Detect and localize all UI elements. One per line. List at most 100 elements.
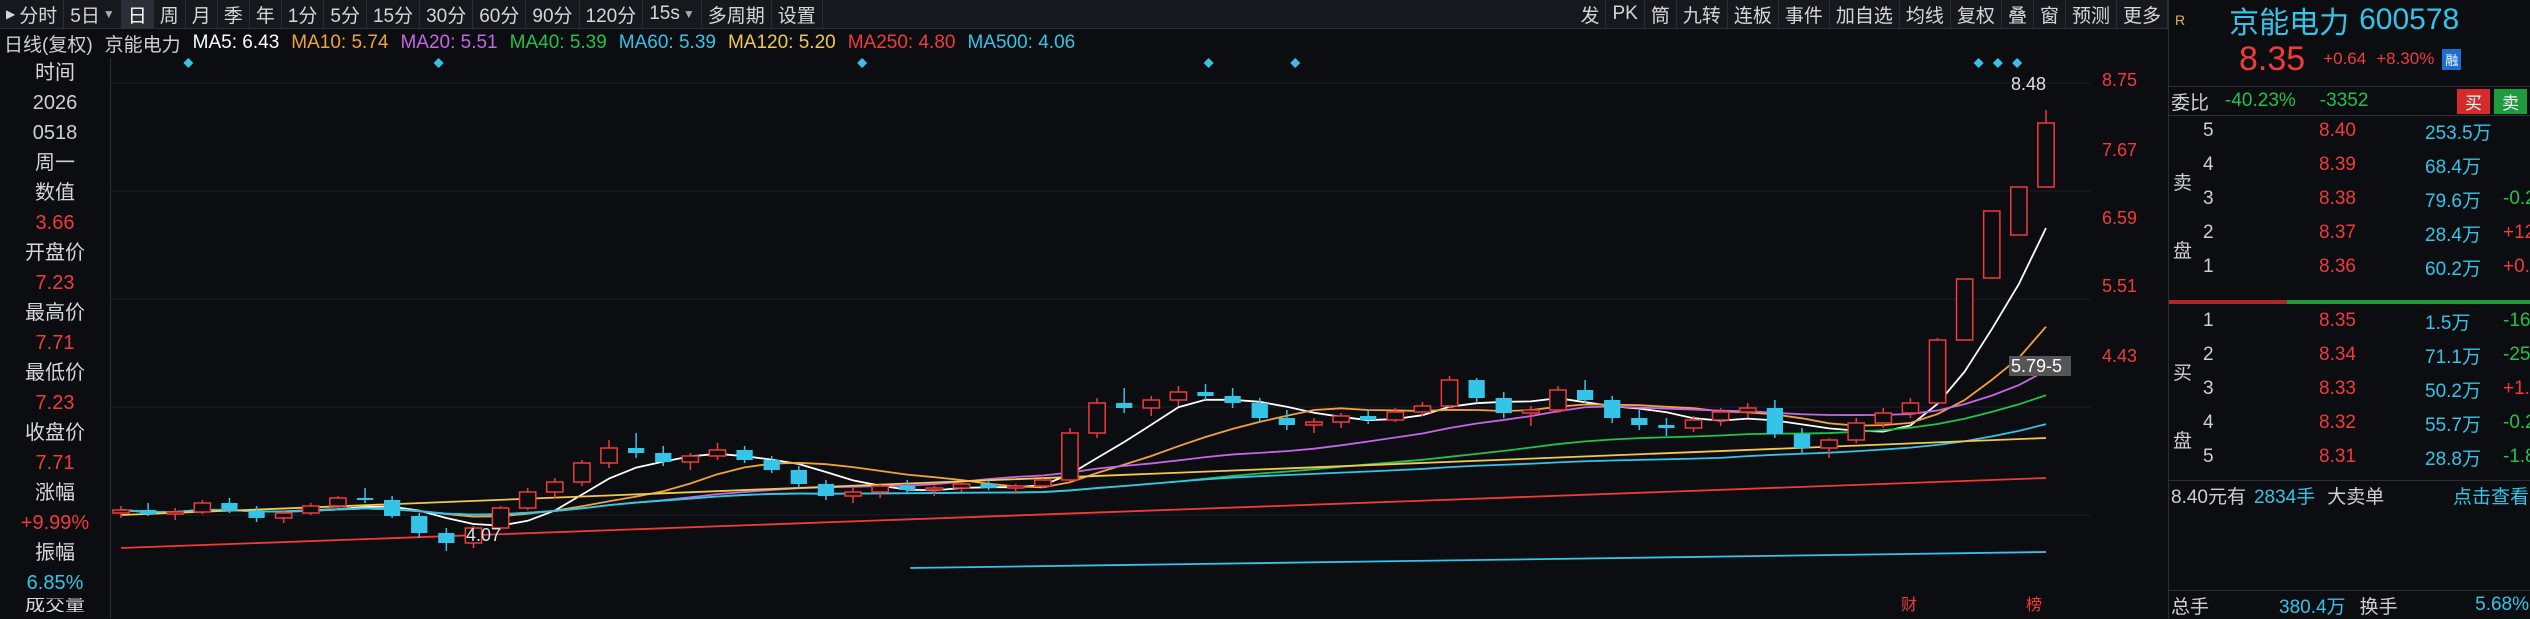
toolbar-action-7[interactable]: 均线 [1900, 0, 1951, 28]
candle-body[interactable] [1088, 402, 1106, 434]
candle-body[interactable] [1332, 415, 1350, 423]
candle-body[interactable] [1658, 425, 1675, 428]
candle-body[interactable] [193, 502, 212, 513]
candle-body[interactable] [383, 500, 401, 516]
candle-body[interactable] [817, 484, 835, 496]
view-more-link[interactable]: 点击查看 [2453, 482, 2529, 509]
candle-body[interactable] [1278, 418, 1295, 425]
toolbar-action-9[interactable]: 叠 [2002, 0, 2034, 28]
toolbar-action-3[interactable]: 九转 [1677, 0, 1728, 28]
period-tab-11[interactable]: 60分 [473, 0, 527, 28]
candle-body[interactable] [600, 447, 618, 464]
toolbar-action-0[interactable]: 发 [1574, 0, 1607, 28]
candle-body[interactable] [1982, 210, 2001, 279]
candle-body[interactable] [980, 484, 997, 488]
candle-body[interactable] [545, 481, 564, 493]
candle-body[interactable] [1684, 419, 1703, 429]
candle-body[interactable] [1711, 411, 1730, 421]
candle-body[interactable] [1468, 380, 1485, 398]
candle-body[interactable] [655, 453, 672, 462]
toolbar-action-6[interactable]: 加自选 [1830, 0, 1900, 28]
candle-body[interactable] [1793, 434, 1811, 448]
candle-body[interactable] [681, 455, 700, 463]
sell-button[interactable]: 卖 [2494, 88, 2527, 114]
candle-body[interactable] [356, 498, 374, 500]
candle-body[interactable] [1576, 390, 1594, 400]
candle-body[interactable] [221, 503, 238, 511]
candle-body[interactable] [2037, 122, 2055, 188]
candle-body[interactable] [1224, 396, 1241, 403]
candle-body[interactable] [708, 449, 727, 457]
toolbar-action-1[interactable]: PK [1606, 0, 1645, 28]
candle-body[interactable] [1033, 479, 1052, 487]
period-tab-6[interactable]: 年 [250, 0, 282, 28]
candle-body[interactable] [411, 516, 428, 533]
toolbar-action-8[interactable]: 复权 [1951, 0, 2002, 28]
bid-row[interactable]: 2 8.34 71.1万 -25.9 [2169, 338, 2530, 372]
candle-body[interactable] [248, 511, 265, 518]
candle-body[interactable] [1738, 407, 1757, 413]
candle-body[interactable] [1006, 485, 1025, 489]
candle-body[interactable] [1766, 408, 1784, 434]
bid-row[interactable]: 5 8.31 28.8万 -1.8 [2169, 440, 2530, 474]
candle-body[interactable] [844, 491, 862, 497]
candle-body[interactable] [925, 487, 944, 491]
candle-body[interactable] [2010, 186, 2028, 236]
candle-body[interactable] [1631, 418, 1648, 425]
candle-body[interactable] [1251, 403, 1268, 418]
buy-button[interactable]: 买 [2457, 88, 2490, 114]
candle-body[interactable] [1549, 389, 1567, 411]
candle-body[interactable] [1521, 409, 1540, 414]
period-tab-2[interactable]: 日 [121, 0, 154, 28]
candle-body[interactable] [1116, 403, 1133, 408]
candle-body[interactable] [1820, 439, 1838, 449]
candle-body[interactable] [1360, 416, 1377, 420]
candle-body[interactable] [139, 510, 157, 514]
period-tab-7[interactable]: 1分 [282, 0, 325, 28]
bid-row[interactable]: 1 8.35 1.5万 -16.7 [2169, 304, 2530, 338]
candle-body[interactable] [1197, 392, 1214, 396]
rank-badge[interactable]: 榜 [2026, 596, 2042, 614]
candle-body[interactable] [1142, 399, 1161, 409]
candle-body[interactable] [329, 497, 347, 507]
finance-badge[interactable]: 财 [1901, 596, 1917, 614]
ask-row[interactable]: 1 8.36 60.2万 +0.3 [2169, 250, 2530, 284]
toolbar-action-10[interactable]: 窗 [2034, 0, 2066, 28]
candle-body[interactable] [790, 470, 807, 484]
period-tab-10[interactable]: 30分 [420, 0, 474, 28]
period-tab-5[interactable]: 季 [218, 0, 250, 28]
period-tab-14[interactable]: 15s ▼ [643, 0, 702, 28]
toolbar-action-2[interactable]: 筒 [1645, 0, 1677, 28]
period-tab-12[interactable]: 90分 [526, 0, 580, 28]
candle-body[interactable] [1901, 402, 1920, 414]
period-tab-15[interactable]: 多周期 [702, 0, 772, 28]
candle-body[interactable] [628, 448, 645, 453]
period-tab-3[interactable]: 周 [154, 0, 186, 28]
candle-body[interactable] [301, 505, 320, 514]
period-tab-9[interactable]: 15分 [367, 0, 421, 28]
period-tab-16[interactable]: 设置 [772, 0, 823, 28]
period-tab-4[interactable]: 月 [186, 0, 218, 28]
toolbar-action-4[interactable]: 连板 [1728, 0, 1779, 28]
ask-row[interactable]: 5 8.40 253.5万 [2169, 114, 2530, 148]
candle-body[interactable] [899, 486, 916, 490]
ask-row[interactable]: 4 8.39 68.4万 [2169, 148, 2530, 182]
ask-row[interactable]: 2 8.37 28.4万 +12.6 [2169, 216, 2530, 250]
candle-body[interactable] [952, 483, 971, 489]
candle-body[interactable] [1874, 412, 1893, 424]
candle-body[interactable] [871, 485, 890, 493]
toolbar-action-12[interactable]: 更多 [2117, 0, 2168, 28]
toolbar-action-5[interactable]: 事件 [1779, 0, 1830, 28]
period-tab-8[interactable]: 5分 [324, 0, 367, 28]
candle-body[interactable] [1495, 398, 1512, 413]
candle-body[interactable] [1440, 379, 1459, 407]
candle-body[interactable] [1061, 432, 1079, 481]
candle-body[interactable] [1305, 421, 1323, 426]
candle-body[interactable] [274, 512, 293, 519]
period-tab-0[interactable]: ▶ 分时 [0, 0, 65, 28]
candlestick-chart[interactable]: 8.48 4.07 5.79-5 财 榜 [111, 58, 2091, 618]
candle-body[interactable] [1169, 391, 1188, 401]
bid-row[interactable]: 3 8.33 50.2万 +1.3 [2169, 372, 2530, 406]
candle-body[interactable] [1928, 339, 1947, 404]
candle-body[interactable] [518, 491, 537, 509]
